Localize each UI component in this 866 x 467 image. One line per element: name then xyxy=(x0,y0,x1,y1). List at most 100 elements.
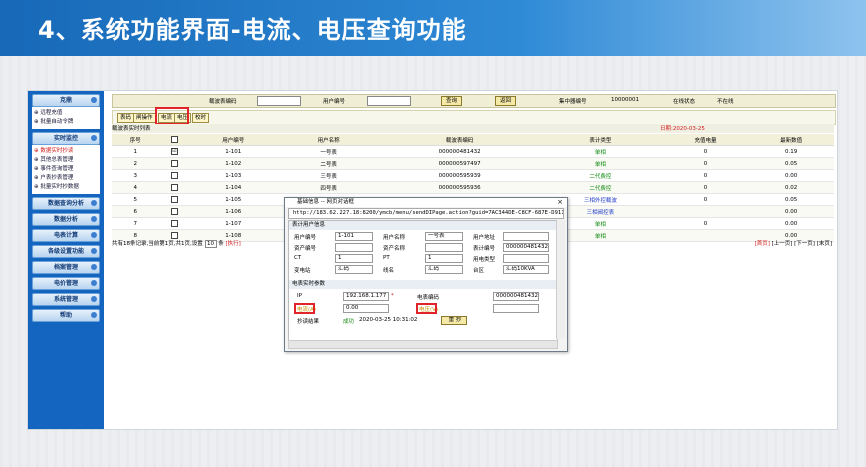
sidebar-item-label: 事件查询管理 xyxy=(40,166,74,172)
row-latest-value: 0.05 xyxy=(748,193,834,206)
query-bar: 载波表编码 用户编号 查询 返回 集中器编号 10000001 在线状态 不在线 xyxy=(112,94,836,108)
sidebar-head[interactable]: 克鼎 xyxy=(32,94,100,107)
row-select-checkbox[interactable] xyxy=(170,232,178,239)
row-number: 4 xyxy=(112,181,159,194)
sidebar-item-batch-token[interactable]: ⊕ 批量自动令牌 xyxy=(34,118,98,127)
last-page-link[interactable]: [末页] xyxy=(817,241,832,247)
dialog-title: 基础信息 -- 网页对话框 xyxy=(297,199,354,205)
row-checkbox[interactable] xyxy=(158,157,191,170)
reread-button[interactable]: 重 抄 xyxy=(441,316,467,325)
dialog-url-bar: http://183.62.227.18:8200/ymcb/menu/send… xyxy=(288,208,564,219)
ip-field[interactable]: 192.168.1.177 xyxy=(343,292,389,301)
reset-button[interactable]: 返回 xyxy=(495,96,517,106)
sidebar-section-5[interactable]: 电价管理 xyxy=(32,277,100,290)
row-meter-code: 000000595939 xyxy=(381,169,538,182)
row-number: 7 xyxy=(112,217,159,230)
line-name-field[interactable]: 汇码 xyxy=(425,265,463,274)
user-no-field[interactable]: 1-101 xyxy=(335,232,373,241)
sidebar-head-realtime[interactable]: 实时监控 xyxy=(32,132,100,145)
row-select-checkbox[interactable] xyxy=(170,208,178,215)
meter-no-label: 载波表编码 xyxy=(209,99,237,105)
sidebar-item-other-meters[interactable]: ⊕ 其他总表管理 xyxy=(34,156,98,165)
prev-page-link[interactable]: [上一页] xyxy=(772,241,793,247)
sidebar-section-6[interactable]: 系统管理 xyxy=(32,293,100,306)
sidebar-item-label: 数据实时抄读 xyxy=(40,148,74,154)
col-header: 序号 xyxy=(112,134,159,146)
ct-field[interactable]: 1 xyxy=(335,254,373,263)
meter-no-input[interactable] xyxy=(257,96,301,106)
pt-field[interactable]: 1 xyxy=(425,254,463,263)
row-checkbox[interactable] xyxy=(158,217,191,230)
sidebar-panel-2: ⊕ 数据实时抄读 ⊕ 其他总表管理 ⊕ 事件查询管理 ⊕ 户表抄表管理 ⊕ 批量… xyxy=(32,145,100,194)
voltage-field[interactable] xyxy=(493,304,539,313)
sidebar-section-0[interactable]: 数据查询分析 xyxy=(32,197,100,210)
row-select-checkbox[interactable] xyxy=(170,184,178,191)
result-label: 抄读结果 xyxy=(297,319,320,325)
sidebar-item-label: 批量自动令牌 xyxy=(40,119,74,125)
page-size-input[interactable]: 10 xyxy=(204,240,217,248)
user-address-field[interactable] xyxy=(503,232,549,241)
row-select-checkbox[interactable] xyxy=(170,220,178,227)
sidebar-section-label: 数据查询分析 xyxy=(47,200,84,207)
sidebar-section-1[interactable]: 数据分析 xyxy=(32,213,100,226)
row-charge: 0 xyxy=(662,169,749,182)
sidebar-section-7[interactable]: 帮助 xyxy=(32,309,100,322)
row-checkbox[interactable]: ☑ xyxy=(158,145,191,158)
meter-reading-button[interactable]: 表码 xyxy=(117,113,135,123)
required-mark: * xyxy=(391,293,394,299)
sidebar-item-batch-read[interactable]: ⊕ 批量实时抄数据 xyxy=(34,183,98,192)
pagination-links: [首页] [上一页] [下一页] [末页] xyxy=(755,239,832,247)
switch-operation-button[interactable]: 闸操作 xyxy=(133,113,156,123)
row-select-checkbox[interactable] xyxy=(170,160,178,167)
sidebar-section-4[interactable]: 档案管理 xyxy=(32,261,100,274)
sidebar-item-recharge[interactable]: ⊕ 远程充值 xyxy=(34,109,98,118)
sidebar-item-household-read[interactable]: ⊕ 户表抄表管理 xyxy=(34,174,98,183)
execute-link[interactable]: [执行] xyxy=(226,241,241,247)
row-checkbox[interactable] xyxy=(158,181,191,194)
field-label: 用户名称 xyxy=(383,235,406,241)
select-all-checkbox[interactable] xyxy=(170,136,178,143)
realtime-params-section: 电表实时参数 xyxy=(289,280,557,289)
asset-name-field[interactable] xyxy=(425,243,463,252)
user-name-field[interactable]: 一号表 xyxy=(425,232,463,241)
sidebar-section-2[interactable]: 电表计算 xyxy=(32,229,100,242)
table-row[interactable]: 3 1-103 三号表 000000595939 二代费控 0 0.00 xyxy=(112,169,834,182)
table-row[interactable]: 4 1-104 四号表 000000595936 二代费控 0 0.02 xyxy=(112,181,834,194)
col-header-check[interactable] xyxy=(158,134,191,146)
expand-icon xyxy=(91,296,97,302)
meter-no-field[interactable]: 000000481432 xyxy=(503,243,549,252)
close-icon[interactable]: × xyxy=(557,198,563,207)
next-page-link[interactable]: [下一页] xyxy=(794,241,815,247)
sidebar-item-realtime-read[interactable]: ⊕ 数据实时抄读 xyxy=(34,147,98,156)
usage-type-field[interactable] xyxy=(503,254,549,263)
dialog-vertical-scrollbar[interactable] xyxy=(556,220,565,339)
sidebar-section-3[interactable]: 各级设置功能 xyxy=(32,245,100,258)
row-meter-type: 单相 xyxy=(537,145,663,158)
asset-no-field[interactable] xyxy=(335,243,373,252)
row-select-checkbox[interactable]: ☑ xyxy=(170,148,178,155)
meter-code-field[interactable]: 000000481432 xyxy=(493,292,539,301)
table-row[interactable]: 1 ☑ 1-101 一号表 000000481432 单相 0 0.19 xyxy=(112,145,834,158)
row-number: 2 xyxy=(112,157,159,170)
row-select-checkbox[interactable] xyxy=(170,196,178,203)
slide-title: 4、系统功能界面-电流、电压查询功能 xyxy=(38,16,467,44)
col-header: 用户编号 xyxy=(190,134,277,146)
expand-icon xyxy=(91,232,97,238)
row-select-checkbox[interactable] xyxy=(170,172,178,179)
query-button[interactable]: 查询 xyxy=(441,96,463,106)
list-title-bar: 载波表实时列表 日期:2020-03-25 xyxy=(112,124,834,133)
first-page-link[interactable]: [首页] xyxy=(755,241,770,247)
row-charge: 0 xyxy=(662,181,749,194)
substation-field[interactable]: 汇码 xyxy=(335,265,373,274)
table-header-row: 序号 用户编号 用户名称 载波表编码 表计类型 充值电量 最新数值 xyxy=(112,134,834,146)
row-checkbox[interactable] xyxy=(158,205,191,218)
dialog-horizontal-scrollbar[interactable] xyxy=(288,340,558,349)
sidebar-item-events[interactable]: ⊕ 事件查询管理 xyxy=(34,165,98,174)
current-field[interactable]: 0.00 xyxy=(343,304,389,313)
table-row[interactable]: 2 1-102 二号表 000000597497 单相 0 0.05 xyxy=(112,157,834,170)
row-checkbox[interactable] xyxy=(158,193,191,206)
station-area-field[interactable]: 汇码10KVA xyxy=(503,265,549,274)
row-checkbox[interactable] xyxy=(158,169,191,182)
user-no-input[interactable] xyxy=(367,96,411,106)
time-sync-button[interactable]: 校时 xyxy=(192,113,210,123)
